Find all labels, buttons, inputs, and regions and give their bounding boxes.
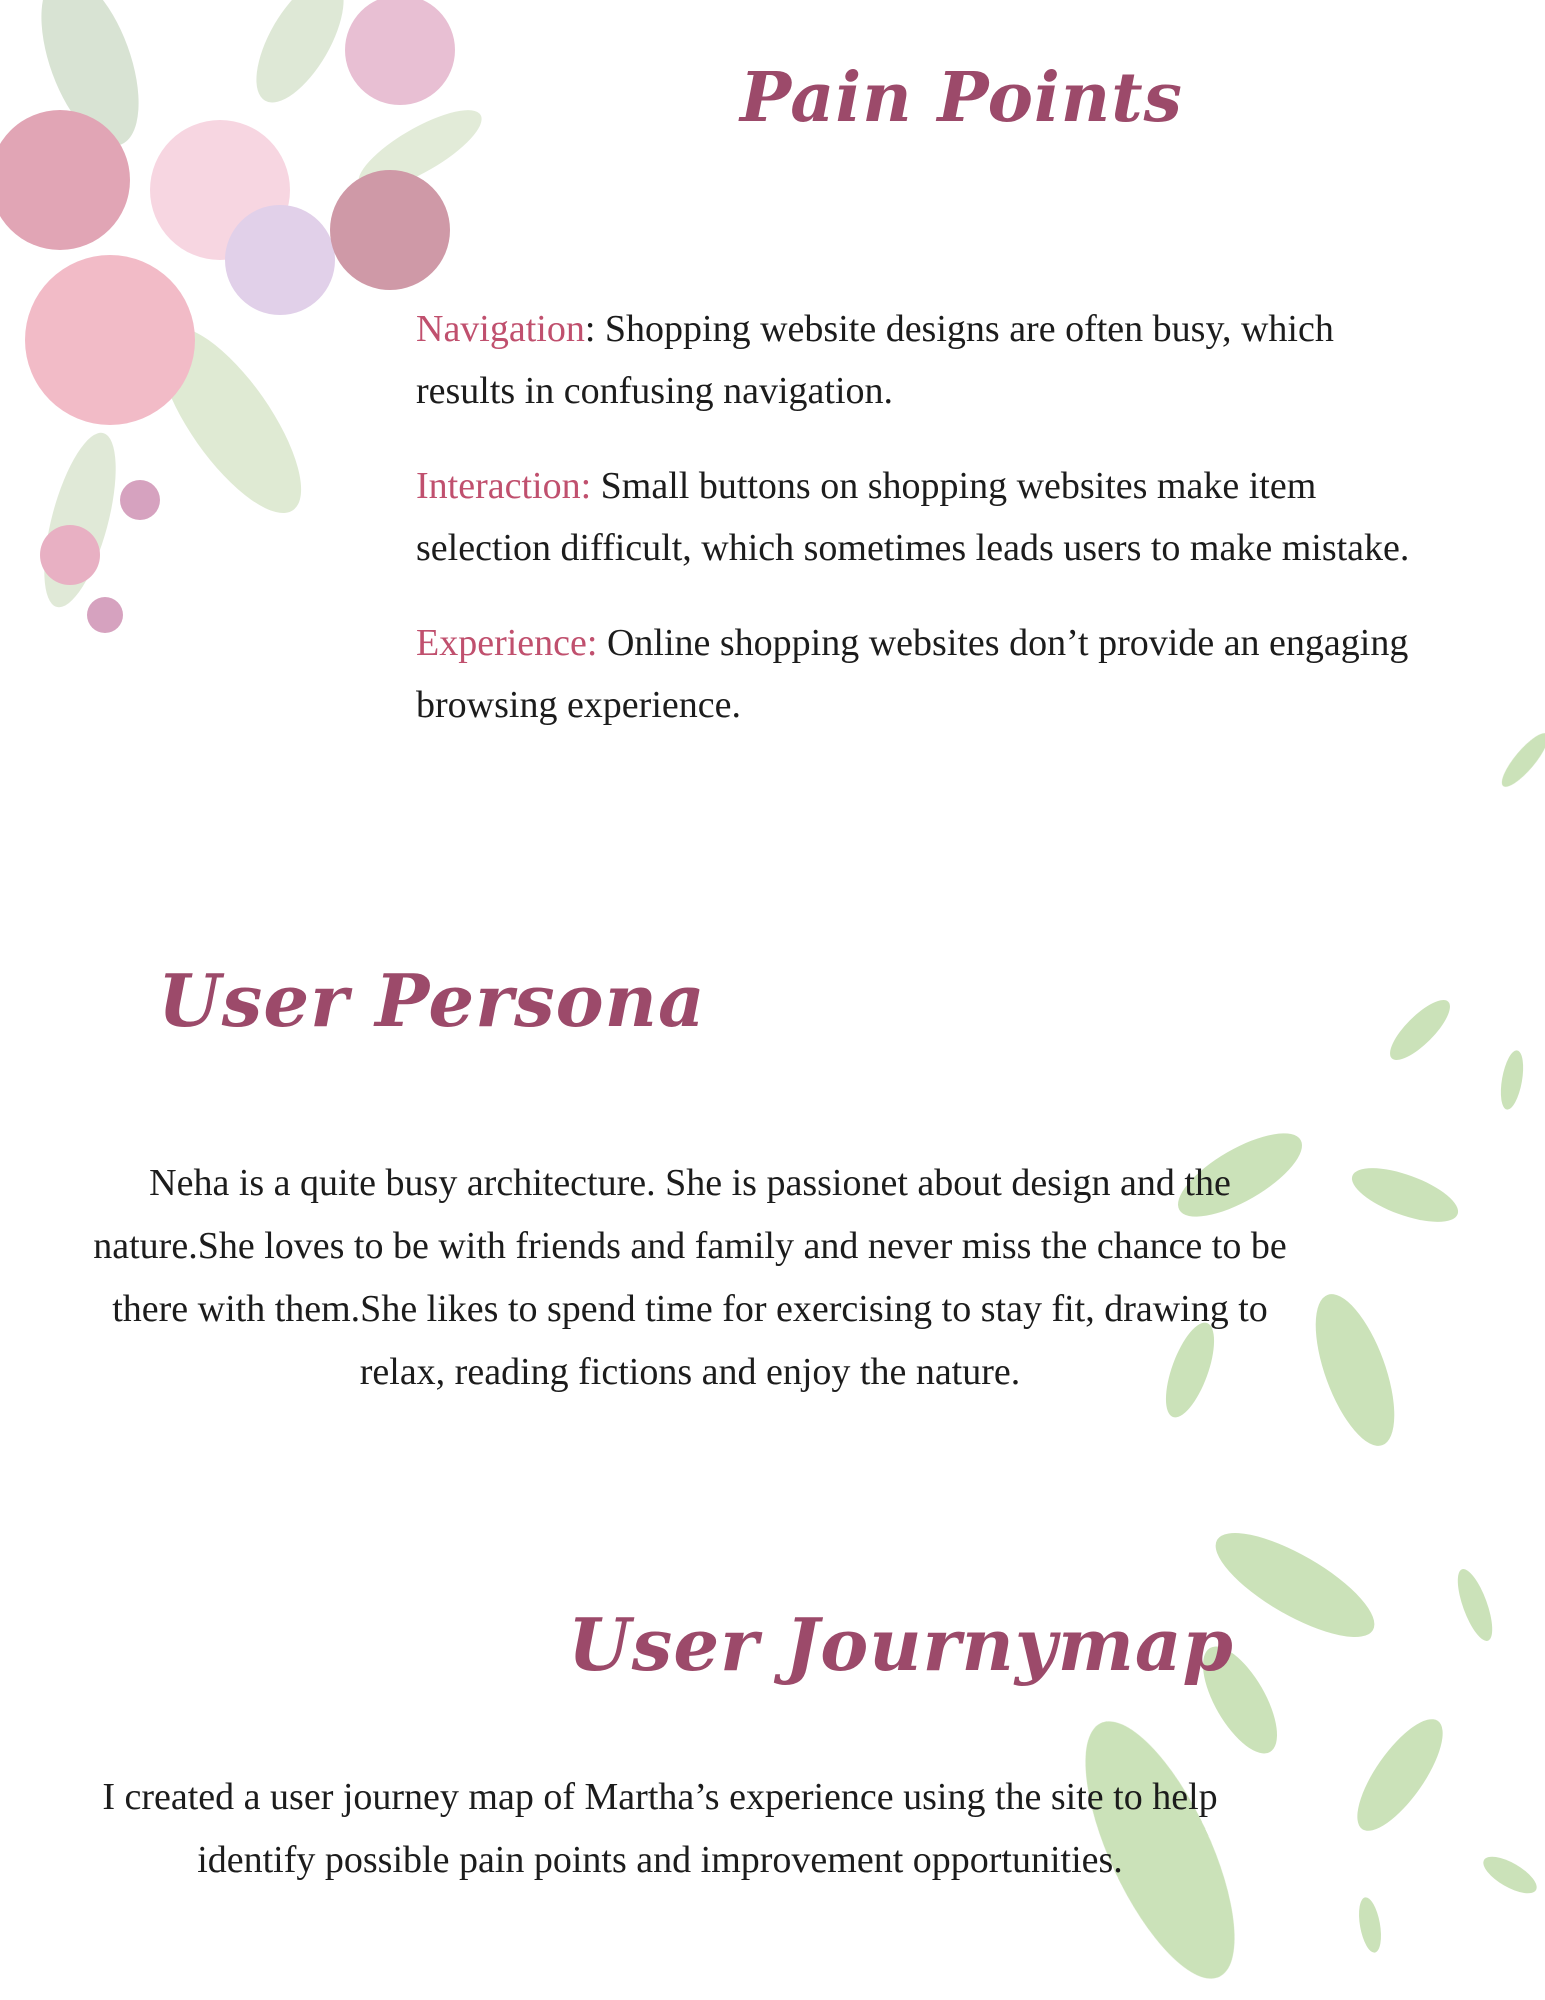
pain-point-item: Experience: Online shopping websites don… bbox=[416, 612, 1426, 736]
pain-point-item: Navigation: Shopping website designs are… bbox=[416, 298, 1426, 422]
user-journeymap-text: I created a user journey map of Martha’s… bbox=[102, 1776, 1218, 1881]
pain-point-item: Interaction: Small buttons on shopping w… bbox=[416, 455, 1426, 579]
pain-points-list: Navigation: Shopping website designs are… bbox=[416, 298, 1426, 769]
pain-point-term: Navigation bbox=[416, 308, 585, 350]
pain-point-separator: : bbox=[584, 308, 596, 350]
user-persona-text: Neha is a quite busy architecture. She i… bbox=[93, 1162, 1287, 1393]
pain-point-term: Interaction: bbox=[416, 465, 592, 507]
pain-points-heading: Pain Points bbox=[740, 58, 1183, 138]
user-journeymap-heading: User Journymap bbox=[568, 1602, 1234, 1687]
user-persona-heading: User Persona bbox=[158, 958, 706, 1043]
pain-point-term: Experience: bbox=[416, 622, 598, 664]
